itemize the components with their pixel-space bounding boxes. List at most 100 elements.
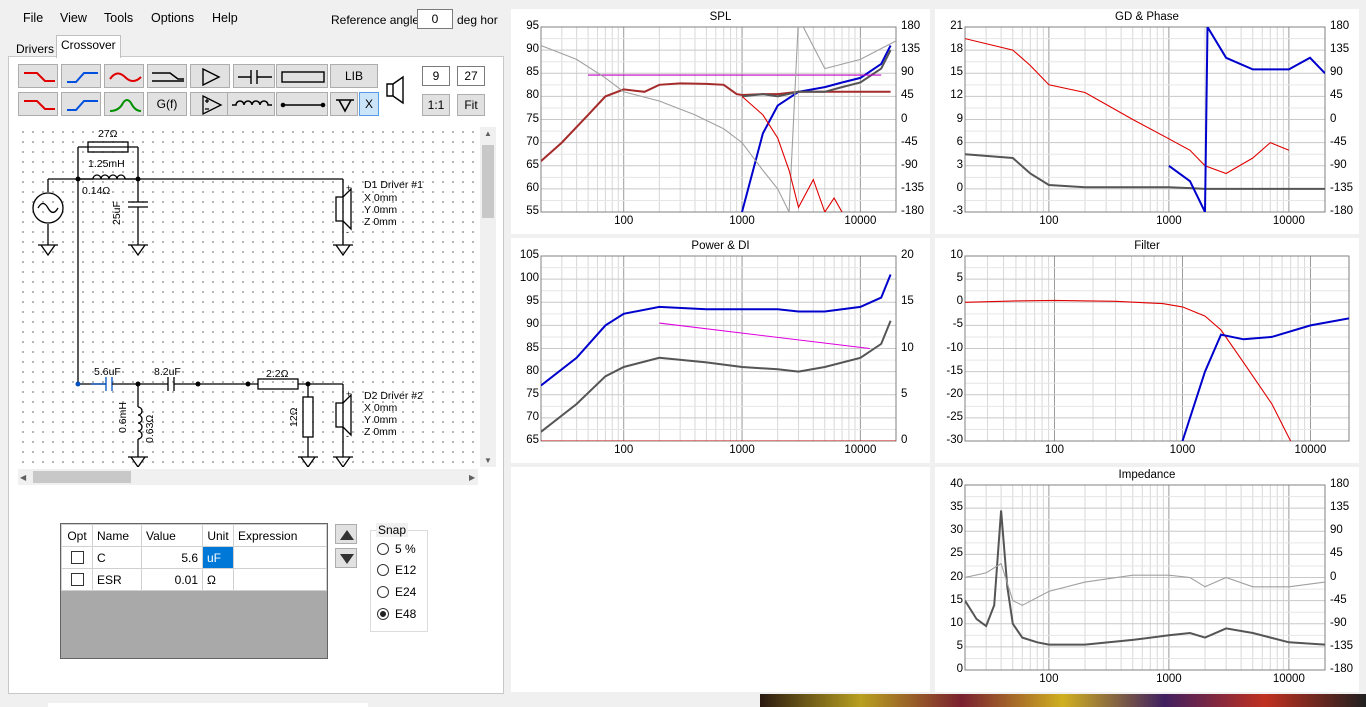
grid-value-2-input[interactable]: 27 <box>457 66 485 86</box>
highpass-filter-button[interactable] <box>61 64 101 88</box>
row-value[interactable]: 0.01 <box>141 568 203 591</box>
menu-file[interactable]: File <box>23 11 43 25</box>
chart-plot <box>964 255 1350 442</box>
buffer-button[interactable] <box>190 64 230 88</box>
snap-radio-e12[interactable] <box>377 564 389 576</box>
scroll-right-icon[interactable]: ▶ <box>469 473 475 482</box>
opt-checkbox[interactable] <box>61 546 93 569</box>
menu-options[interactable]: Options <box>151 11 194 25</box>
wire-button[interactable] <box>276 92 328 116</box>
ground-button[interactable] <box>330 92 358 116</box>
y2-tick-label: 10 <box>901 341 914 354</box>
speaker-button[interactable] <box>383 74 407 106</box>
bandpass-button[interactable] <box>104 92 144 116</box>
y-tick-label: 80 <box>526 364 539 377</box>
schematic-horizontal-scroll-thumb[interactable] <box>33 471 131 483</box>
d1-y: Y 0mm <box>364 204 398 216</box>
x-tick-label: 100 <box>614 215 634 227</box>
tab-drivers[interactable]: Drivers <box>12 40 58 58</box>
y2-tick-label: -45 <box>1330 135 1347 148</box>
schematic-canvas[interactable]: + - + - 27Ω 1.25mH 0.14Ω 25uF D1 Driver … <box>18 127 478 467</box>
tab-crossover[interactable]: Crossover <box>56 35 121 58</box>
schematic-vertical-scroll-thumb[interactable] <box>482 145 494 218</box>
highpass2-button[interactable] <box>61 92 101 116</box>
menu-help[interactable]: Help <box>212 11 238 25</box>
d2-name: D2 Driver #2 <box>364 390 423 402</box>
snap-label-e48: E48 <box>395 607 417 621</box>
x-tick-label: 1000 <box>1156 673 1182 685</box>
y-tick-label: 10 <box>950 249 963 261</box>
x-tick-label: 10000 <box>1294 444 1327 456</box>
menu-view[interactable]: View <box>60 11 87 25</box>
y2-tick-label: 135 <box>1330 43 1350 56</box>
y-tick-label: 90 <box>526 318 539 331</box>
gd-phase-chart: GD & Phase 21 18 15 12 9 6 3 0 -3 180 135 90 45 0 -45 -9… <box>935 9 1359 234</box>
row-unit[interactable]: Ω <box>202 568 234 591</box>
grid-value-1-input[interactable]: 9 <box>422 66 450 86</box>
menu-tools[interactable]: Tools <box>104 11 133 25</box>
lpad-icon <box>152 72 184 82</box>
snap-label-5pct: 5 % <box>395 542 416 556</box>
scroll-up-icon[interactable]: ▲ <box>484 129 492 138</box>
y2-tick-label: 135 <box>901 43 921 56</box>
y2-tick-label: 135 <box>1330 501 1350 514</box>
scroll-down-icon[interactable]: ▼ <box>484 456 492 465</box>
snap-radio-e48[interactable] <box>377 608 389 620</box>
y-tick-label: 25 <box>950 547 963 560</box>
capacitor-button[interactable] <box>233 64 275 88</box>
series-line <box>965 562 1325 606</box>
series-line <box>541 27 896 212</box>
transfer-function-button[interactable]: G(f) <box>147 92 187 116</box>
y-tick-label: 0 <box>956 181 963 194</box>
notch-filter-button[interactable] <box>104 64 144 88</box>
snap-radio-e24[interactable] <box>377 586 389 598</box>
inductor-button[interactable] <box>227 92 275 116</box>
y2-tick-label: 180 <box>1330 478 1350 490</box>
x-tick-label: 10000 <box>1272 673 1305 685</box>
opamp-button[interactable] <box>190 92 230 116</box>
col-unit: Unit <box>202 524 234 547</box>
row-value[interactable]: 5.6 <box>141 546 203 569</box>
series-line <box>965 299 1292 441</box>
y2-tick-label: -45 <box>901 135 918 148</box>
row-expression[interactable] <box>233 568 327 591</box>
y2-tick-label: -180 <box>1330 205 1354 217</box>
series-line <box>659 322 870 350</box>
y-tick-label: -5 <box>952 318 963 331</box>
chart-plot <box>540 255 897 442</box>
col-expression: Expression <box>233 524 327 547</box>
snap-radio-5pct[interactable] <box>377 543 389 555</box>
lowpass-filter-button[interactable] <box>18 64 58 88</box>
reference-angle-input[interactable]: 0 <box>417 9 453 29</box>
lowpass2-button[interactable] <box>18 92 58 116</box>
y2-tick-label: -90 <box>1330 616 1347 629</box>
y-tick-label: 100 <box>519 272 539 285</box>
l1-esr-label: 0.14Ω <box>82 185 111 197</box>
delete-button[interactable]: X <box>359 92 379 116</box>
move-up-button[interactable] <box>335 524 357 544</box>
y-tick-label: 55 <box>526 205 539 217</box>
y2-tick-label: 15 <box>901 295 914 308</box>
y2-tick-label: -180 <box>901 205 925 217</box>
row-unit[interactable]: uF <box>202 546 234 569</box>
y2-tick-label: 0 <box>901 112 908 125</box>
y-tick-label: -3 <box>952 205 963 217</box>
y2-tick-label: -90 <box>901 158 918 171</box>
lpad-button[interactable] <box>147 64 187 88</box>
y-tick-label: 60 <box>526 181 539 194</box>
opt-checkbox[interactable] <box>61 568 93 591</box>
zoom-fit-button[interactable]: Fit <box>457 94 485 116</box>
y2-tick-label: -45 <box>1330 593 1347 606</box>
d2-z: Z 0mm <box>364 426 397 438</box>
library-button[interactable]: LIB <box>330 64 378 88</box>
move-down-button[interactable] <box>335 548 357 568</box>
r1-label: 27Ω <box>98 128 118 140</box>
scroll-left-icon[interactable]: ◀ <box>20 473 26 482</box>
zoom-1-to-1-button[interactable]: 1:1 <box>422 94 450 116</box>
y-tick-label: 65 <box>526 158 539 171</box>
y-tick-label: -25 <box>946 410 963 423</box>
resistor-button[interactable] <box>276 64 328 88</box>
component-properties-table: Opt Name Value Unit Expression C 5.6 uF … <box>60 523 328 659</box>
row-expression[interactable] <box>233 546 327 569</box>
y2-tick-label: 90 <box>1330 524 1343 537</box>
